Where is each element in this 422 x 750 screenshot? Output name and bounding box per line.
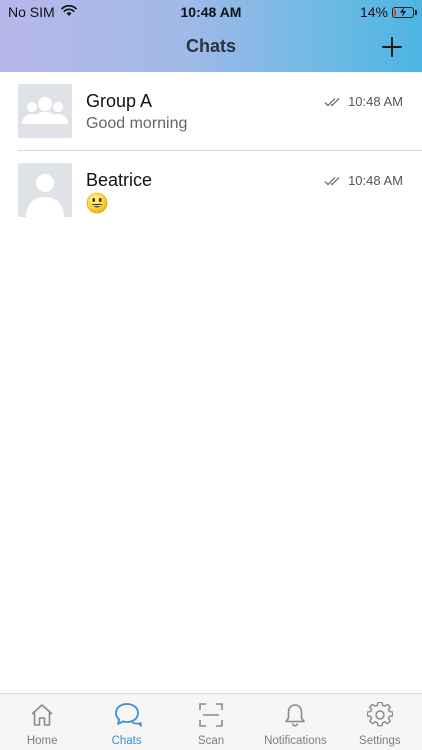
tab-label: Notifications: [264, 735, 327, 747]
person-avatar-icon: [18, 163, 72, 217]
tab-label: Settings: [359, 735, 401, 747]
tab-bar: Home Chats Scan Notifications Settings: [0, 693, 422, 750]
battery-fill: [394, 8, 396, 16]
plus-icon: [382, 37, 402, 57]
status-bar: No SIM 10:48 AM 14%: [0, 0, 422, 24]
chat-name: Group A: [86, 91, 153, 111]
chat-meta: 10:48 AM: [324, 94, 403, 109]
smiley-emoji: [86, 192, 108, 214]
tab-label: Chats: [111, 735, 142, 747]
double-check-icon: [324, 176, 340, 185]
tab-notifications[interactable]: Notifications: [253, 694, 337, 750]
chat-preview: Good morning: [86, 115, 188, 132]
tab-home[interactable]: Home: [0, 694, 84, 750]
chat-list: Group A Good morning 10:48 AM Beatrice 1…: [0, 72, 422, 230]
chat-bubbles-icon: [114, 703, 142, 727]
battery-percent: 14%: [359, 4, 388, 20]
tab-chats[interactable]: Chats: [84, 694, 168, 750]
tab-settings[interactable]: Settings: [338, 694, 422, 750]
home-icon: [31, 704, 53, 726]
tab-label: Scan: [197, 735, 225, 747]
status-right: 14%: [359, 4, 417, 20]
chat-name: Beatrice: [86, 170, 153, 190]
chat-time: 10:48 AM: [348, 94, 403, 109]
tab-scan[interactable]: Scan: [169, 694, 253, 750]
tab-label: Home: [26, 735, 58, 747]
chat-time: 10:48 AM: [348, 173, 403, 188]
scan-icon: [199, 703, 223, 727]
add-chat-button[interactable]: [380, 35, 404, 59]
status-time: 10:48 AM: [180, 4, 242, 20]
bell-icon: [285, 704, 306, 727]
chat-row-group-a[interactable]: Group A Good morning 10:48 AM: [0, 72, 422, 151]
page-title: Chats: [185, 36, 236, 56]
battery-icon: [392, 6, 417, 18]
group-avatar-icon: [18, 84, 72, 138]
gear-icon: [366, 702, 393, 727]
chat-meta: 10:48 AM: [324, 173, 403, 188]
header: No SIM 10:48 AM 14% Chats: [0, 0, 422, 72]
chats-screen: No SIM 10:48 AM 14% Chats Group A Good m…: [0, 0, 422, 750]
chat-row-beatrice[interactable]: Beatrice 10:48 AM: [0, 151, 422, 230]
double-check-icon: [324, 97, 340, 106]
